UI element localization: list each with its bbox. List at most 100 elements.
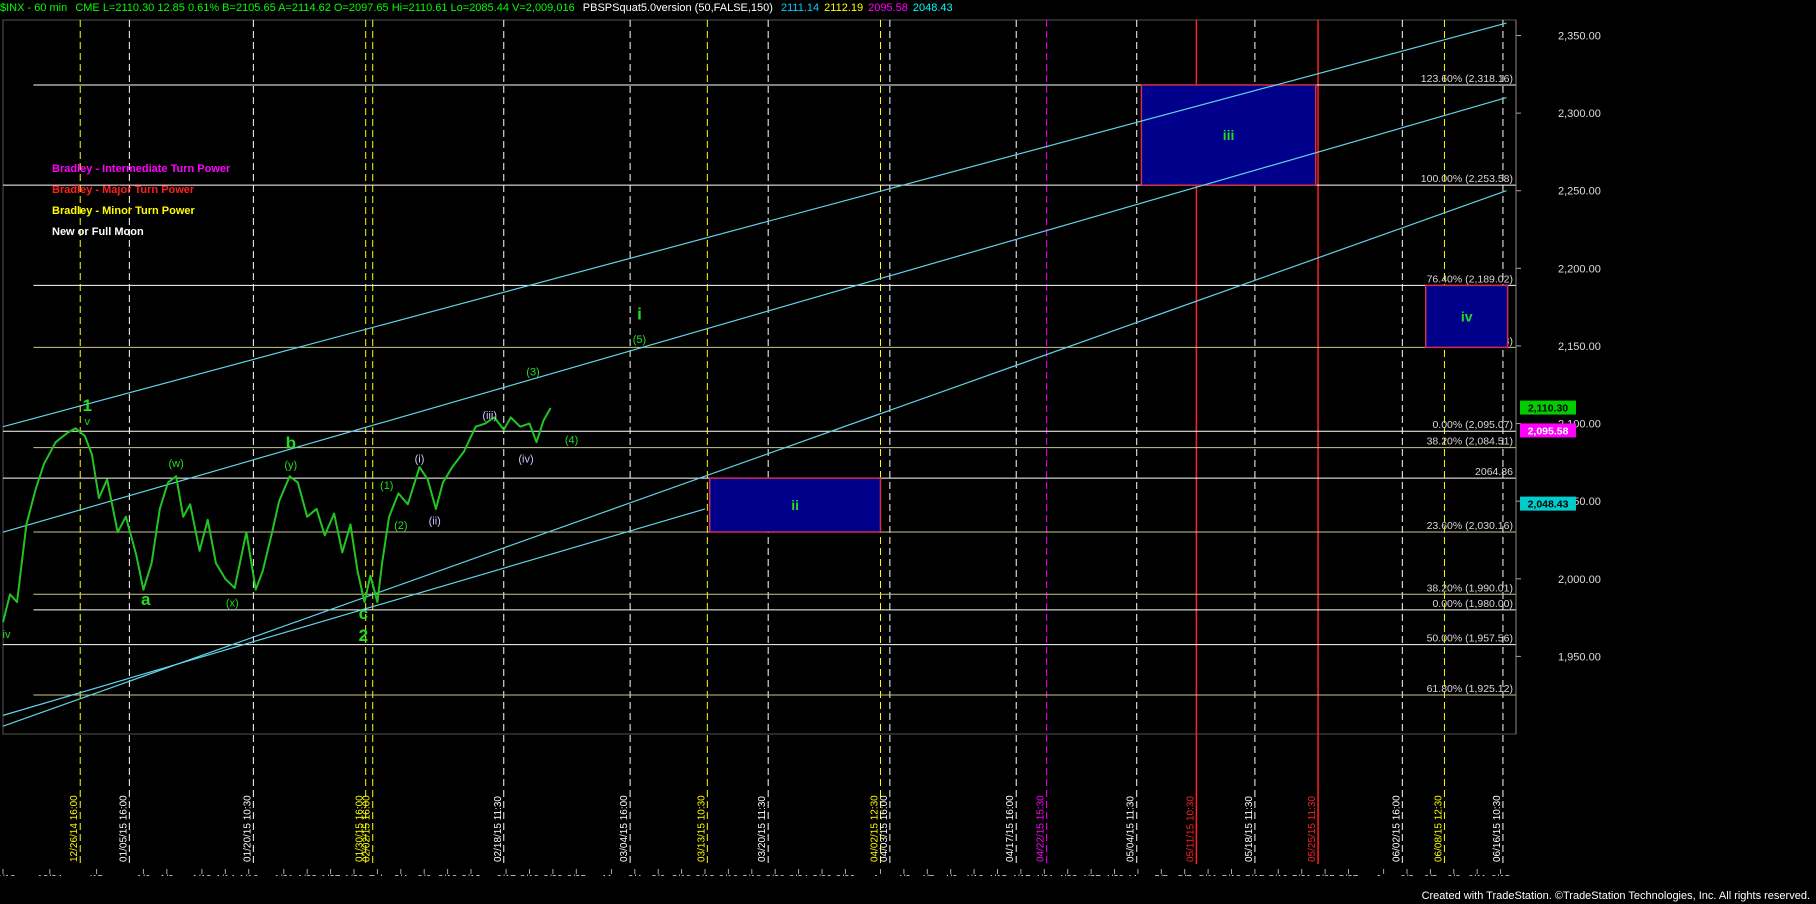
fib-label: 0.00% (2,095.07) <box>1432 419 1513 431</box>
fib-label: 123.60% (2,318.16) <box>1421 73 1513 85</box>
bradley-date-label: 05/18/15 11:30 <box>1244 796 1255 862</box>
x-tick-label: 2/17 <box>496 874 516 876</box>
x-tick-label: Jun <box>1376 874 1392 876</box>
x-tick-label: 5/13 <box>1222 874 1242 876</box>
fib-label: 38.20% (1,990.01) <box>1427 582 1513 594</box>
x-tick-label: 1/21 <box>274 874 294 876</box>
legend-item: Bradley - Minor Turn Power <box>52 205 196 217</box>
symbol-title: $INX - 60 min <box>0 2 68 14</box>
wave-label: (w) <box>169 458 184 470</box>
fib-label: 38.20% (2,084.51) <box>1427 436 1513 448</box>
bradley-date-label: 06/02/15 16:00 <box>1391 795 1402 862</box>
bradley-date-label: 01/20/15 10:30 <box>242 795 253 862</box>
wave-label: i <box>637 305 642 324</box>
indicator-value-3: 2048.43 <box>912 2 953 14</box>
indicator-value-0: 2111.14 <box>781 2 820 14</box>
chart-background <box>0 16 1816 876</box>
x-tick-label: 3/12 <box>695 874 715 876</box>
bradley-date-label: 04/03/15 16:00 <box>879 795 890 862</box>
target-box-label: ii <box>791 497 799 513</box>
price-marker-label: 2,110.30 <box>1528 403 1568 415</box>
bradley-date-label: 04/17/15 16:00 <box>1005 795 1016 862</box>
wave-label: (1) <box>380 480 393 492</box>
x-tick-label: 4/15 <box>988 874 1008 876</box>
x-tick-label: 6/15 <box>1491 874 1511 876</box>
x-tick-label: 1/12 <box>192 874 212 876</box>
x-tick-label: 6/11 <box>1468 874 1487 876</box>
x-tick-label: 2/4 <box>394 874 408 876</box>
wave-label: b <box>286 433 296 452</box>
fib-label: 23.60% (2,030.16) <box>1427 520 1513 532</box>
x-tick-label: 2/6 <box>417 874 431 876</box>
x-tick-label: 3/20 <box>765 874 785 876</box>
wave-label: (iv) <box>518 453 533 465</box>
x-tick-label: 4/21 <box>1035 874 1055 876</box>
y-tick-label: 2,000.00 <box>1558 574 1601 586</box>
x-tick-label: 3/4 <box>628 874 642 876</box>
x-tick-label: 3/18 <box>742 874 762 876</box>
indicator-value-2: 2095.58 <box>868 2 908 14</box>
bradley-date-label: 03/20/15 11:30 <box>757 796 768 862</box>
target-box-label: iii <box>1223 127 1235 143</box>
wave-label: (i) <box>415 453 425 465</box>
indicator-name: PBSPSquat5.0version (50,FALSE,150) <box>582 2 773 14</box>
x-tick-label: 5/21 <box>1292 874 1312 876</box>
wave-label: c <box>359 604 368 623</box>
x-tick-label: 1/14 <box>216 874 236 876</box>
x-tick-label: 2/10 <box>438 874 458 876</box>
fib-label: 61.80% (1,925.12) <box>1427 683 1513 695</box>
wave-label: (3) <box>526 366 539 378</box>
y-tick-label: 2,250.00 <box>1558 186 1601 198</box>
x-tick-label: Apr <box>873 874 889 876</box>
footer-credit: Created with TradeStation. ©TradeStation… <box>1421 890 1810 902</box>
price-marker-label: 2,048.43 <box>1528 499 1569 511</box>
x-tick-label: 6/5 <box>1423 874 1437 876</box>
legend-item: Bradley - Major Turn Power <box>52 184 195 196</box>
indicator-value-1: 2112.19 <box>824 2 864 14</box>
x-tick-label: 3/6 <box>651 874 665 876</box>
x-tick-label: 5/27 <box>1339 874 1359 876</box>
y-tick-label: 1,950.00 <box>1558 651 1601 663</box>
legend-item: Bradley - Intermediate Turn Power <box>52 163 231 175</box>
x-tick-label: 3/16 <box>719 874 739 876</box>
fib-label: 100.00% (2,253.58) <box>1421 173 1513 185</box>
x-tick-label: 6/3 <box>1400 874 1414 876</box>
x-tick-label: '15 <box>90 874 103 876</box>
x-tick-label: 1/16 <box>239 874 259 876</box>
x-tick-label: 1/29 <box>344 874 364 876</box>
x-tick-label: Mar <box>603 874 621 876</box>
x-tick-label: 1/8 <box>160 874 174 876</box>
bradley-date-label: 12/26/14 16:00 <box>69 795 80 862</box>
x-tick-label: 2/19 <box>520 874 540 876</box>
wave-label: (2) <box>394 520 407 532</box>
x-tick-label: 2/23 <box>543 874 563 876</box>
x-tick-label: 1/6 <box>136 874 150 876</box>
bradley-date-label: 06/08/15 12:30 <box>1433 795 1444 862</box>
x-tick-label: 4/23 <box>1058 874 1078 876</box>
x-tick-label: Feb <box>369 874 387 876</box>
x-tick-label: 12/18 <box>0 874 16 876</box>
y-tick-label: 2,300.00 <box>1558 108 1601 120</box>
wave-label: (4) <box>565 435 578 447</box>
wave-label: 2 <box>359 626 368 645</box>
x-tick-label: 5/25 <box>1315 874 1335 876</box>
wave-label: (x) <box>226 598 239 610</box>
bradley-date-label: 04/22/15 15:30 <box>1036 795 1047 862</box>
x-tick-label: 4/7 <box>920 874 934 876</box>
bradley-date-label: 05/25/15 11:30 <box>1307 796 1318 862</box>
x-tick-label: 4/29 <box>1105 874 1125 876</box>
bradley-date-label: 03/04/15 16:00 <box>619 795 630 862</box>
x-tick-label: 1/23 <box>297 874 317 876</box>
x-tick-label: 3/26 <box>812 874 832 876</box>
fib-label: 76.40% (2,189.02) <box>1427 273 1513 285</box>
fib-label: 50.00% (1,957.56) <box>1427 633 1513 645</box>
bradley-date-label: 02/02/15 16:00 <box>362 795 373 862</box>
price-chart[interactable]: 12/26/14 16:00 01/05/15 16:00 01/20/15 10:… <box>0 16 1816 876</box>
wave-label: v <box>84 416 90 428</box>
bradley-date-label: 01/05/15 16:00 <box>118 795 129 862</box>
quote-stats: CME L=2110.30 12.85 0.61% B=2105.65 A=21… <box>75 2 575 14</box>
x-tick-label: 2/25 <box>567 874 587 876</box>
x-tick-label: May <box>1128 874 1147 876</box>
bradley-date-label: 06/16/15 10:30 <box>1492 795 1503 862</box>
x-tick-label: 5/5 <box>1154 874 1168 876</box>
